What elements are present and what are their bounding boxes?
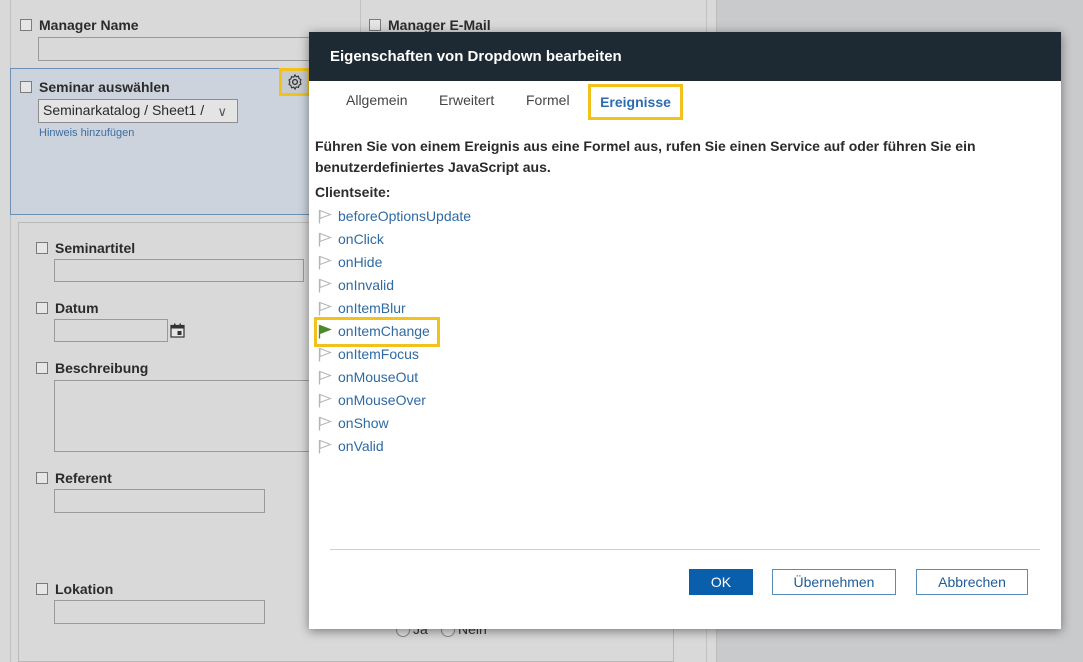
event-label: onMouseOver bbox=[338, 392, 426, 408]
footer-divider bbox=[330, 549, 1040, 550]
checkbox[interactable] bbox=[20, 81, 32, 93]
dialog-header: Eigenschaften von Dropdown bearbeiten bbox=[309, 32, 1061, 81]
tab-allgemein[interactable]: Allgemein bbox=[346, 92, 407, 108]
event-label: onMouseOut bbox=[338, 369, 419, 385]
event-label: onClick bbox=[338, 231, 384, 247]
flag-icon bbox=[318, 255, 332, 269]
chevron-down-icon: ∨ bbox=[217, 104, 227, 119]
manager-email-field[interactable]: Manager E-Mail bbox=[369, 17, 491, 33]
event-label: onItemChange bbox=[338, 323, 430, 339]
add-hint-link[interactable]: Hinweis hinzufügen bbox=[39, 127, 134, 139]
flag-icon bbox=[318, 347, 332, 361]
event-item-onmouseout[interactable]: onMouseOut bbox=[318, 367, 418, 387]
apply-button-label: Übernehmen bbox=[793, 574, 875, 590]
speaker-field[interactable]: Referent bbox=[36, 470, 112, 486]
event-item-beforeoptionsupdate[interactable]: beforeOptionsUpdate bbox=[318, 206, 471, 226]
manager-name-input[interactable] bbox=[38, 37, 328, 61]
location-field[interactable]: Lokation bbox=[36, 581, 113, 597]
tab-ereignisse[interactable]: Ereignisse bbox=[588, 84, 683, 120]
event-item-onmouseover[interactable]: onMouseOver bbox=[318, 390, 426, 410]
checkbox[interactable] bbox=[36, 583, 48, 595]
event-item-onhide[interactable]: onHide bbox=[318, 252, 382, 272]
flag-icon bbox=[318, 393, 332, 407]
seminar-select-label: Seminar auswählen bbox=[39, 79, 170, 95]
event-label: onItemBlur bbox=[338, 300, 406, 316]
seminar-dropdown-value: Seminarkatalog / Sheet1 / bbox=[43, 102, 205, 118]
description-field[interactable]: Beschreibung bbox=[36, 360, 148, 376]
cancel-button[interactable]: Abbrechen bbox=[916, 569, 1028, 595]
dialog-title: Eigenschaften von Dropdown bearbeiten bbox=[330, 48, 622, 65]
events-description: Führen Sie von einem Ereignis aus eine F… bbox=[315, 138, 976, 175]
event-item-onitemblur[interactable]: onItemBlur bbox=[318, 298, 406, 318]
event-item-onclick[interactable]: onClick bbox=[318, 229, 384, 249]
date-input[interactable] bbox=[54, 319, 168, 342]
settings-button[interactable] bbox=[279, 68, 311, 96]
flag-icon bbox=[318, 209, 332, 223]
seminar-title-label: Seminartitel bbox=[55, 240, 136, 256]
flag-icon bbox=[318, 324, 332, 338]
checkbox[interactable] bbox=[36, 242, 48, 254]
flag-icon bbox=[318, 232, 332, 246]
seminar-select-field[interactable]: Seminar auswählen bbox=[20, 79, 170, 95]
description-textarea[interactable] bbox=[54, 380, 330, 452]
manager-email-label: Manager E-Mail bbox=[388, 17, 491, 33]
flag-icon bbox=[318, 439, 332, 453]
event-label: onItemFocus bbox=[338, 346, 419, 362]
checkbox[interactable] bbox=[36, 472, 48, 484]
description-label: Beschreibung bbox=[55, 360, 149, 376]
seminar-dropdown[interactable]: Seminarkatalog / Sheet1 / ∨ bbox=[38, 99, 238, 123]
checkbox[interactable] bbox=[20, 19, 32, 31]
flag-icon bbox=[318, 301, 332, 315]
flag-icon bbox=[318, 416, 332, 430]
seminar-title-field[interactable]: Seminartitel bbox=[36, 240, 135, 256]
event-label: onInvalid bbox=[338, 277, 395, 293]
date-label: Datum bbox=[55, 300, 99, 316]
checkbox[interactable] bbox=[369, 19, 381, 31]
event-label: onHide bbox=[338, 254, 383, 270]
event-item-onitemfocus[interactable]: onItemFocus bbox=[318, 344, 419, 364]
calendar-icon[interactable] bbox=[170, 323, 185, 338]
manager-name-field[interactable]: Manager Name bbox=[20, 17, 139, 33]
seminar-title-input[interactable] bbox=[54, 259, 304, 282]
ok-button-label: OK bbox=[710, 574, 732, 590]
tab-ereignisse-label: Ereignisse bbox=[600, 94, 671, 110]
location-input[interactable] bbox=[54, 600, 265, 624]
apply-button[interactable]: Übernehmen bbox=[772, 569, 896, 595]
event-label: onShow bbox=[338, 415, 389, 431]
checkbox[interactable] bbox=[36, 302, 48, 314]
checkbox[interactable] bbox=[36, 362, 48, 374]
date-field[interactable]: Datum bbox=[36, 300, 99, 316]
cancel-button-label: Abbrechen bbox=[938, 574, 1006, 590]
event-item-onvalid[interactable]: onValid bbox=[318, 436, 384, 456]
ok-button[interactable]: OK bbox=[689, 569, 753, 595]
tab-erweitert[interactable]: Erweitert bbox=[439, 92, 494, 108]
speaker-label: Referent bbox=[55, 470, 112, 486]
speaker-input[interactable] bbox=[54, 489, 265, 513]
event-label: beforeOptionsUpdate bbox=[338, 208, 472, 224]
event-item-oninvalid[interactable]: onInvalid bbox=[318, 275, 394, 295]
event-item-onshow[interactable]: onShow bbox=[318, 413, 389, 433]
manager-name-label: Manager Name bbox=[39, 17, 139, 33]
client-side-label: Clientseite: bbox=[315, 184, 391, 200]
tab-formel[interactable]: Formel bbox=[526, 92, 570, 108]
location-label: Lokation bbox=[55, 581, 114, 597]
dropdown-properties-dialog: Eigenschaften von Dropdown bearbeiten Al… bbox=[309, 32, 1061, 629]
flag-icon bbox=[318, 370, 332, 384]
gear-icon bbox=[288, 73, 302, 91]
flag-icon bbox=[318, 278, 332, 292]
event-item-onitemchange[interactable]: onItemChange bbox=[318, 321, 430, 341]
event-label: onValid bbox=[338, 438, 384, 454]
